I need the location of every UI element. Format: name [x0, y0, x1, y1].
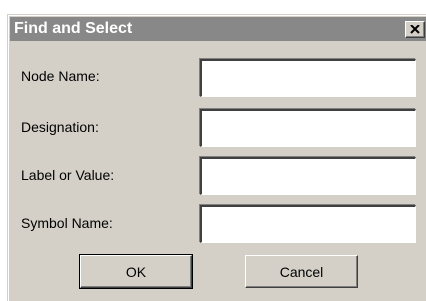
title-bar[interactable]: Find and Select — [10, 17, 426, 41]
designation-input[interactable] — [200, 109, 416, 147]
symbol-name-input[interactable] — [200, 205, 416, 243]
dialog-title: Find and Select — [14, 20, 133, 37]
label-or-value-input[interactable] — [200, 157, 416, 195]
node-name-label: Node Name: — [21, 68, 100, 84]
designation-label: Designation: — [21, 119, 99, 135]
find-and-select-dialog: Find and Select Node Name: Designation: … — [7, 14, 426, 301]
node-name-input[interactable] — [200, 59, 416, 97]
cancel-button[interactable]: Cancel — [245, 255, 358, 288]
ok-button[interactable]: OK — [79, 254, 193, 289]
symbol-name-label: Symbol Name: — [21, 215, 113, 231]
close-button[interactable] — [405, 21, 425, 38]
label-or-value-label: Label or Value: — [21, 167, 115, 183]
close-icon — [410, 25, 420, 34]
